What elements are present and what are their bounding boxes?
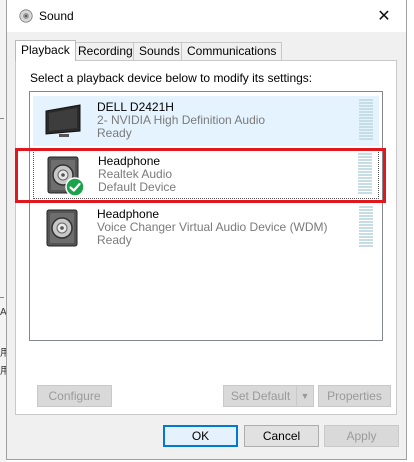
device-name: DELL D2421H [97,100,174,114]
tab-recording[interactable]: Recording [72,42,139,60]
instruction-text: Select a playback device below to modify… [30,71,313,85]
window-title: Sound [39,9,74,23]
chevron-down-icon: ▼ [300,391,310,401]
device-status: Ready [97,233,132,247]
close-button[interactable]: ✕ [362,0,406,32]
monitor-icon [45,104,81,137]
background-divider [0,118,4,119]
device-name: Headphone [97,207,160,221]
set-default-button[interactable]: Set Default [223,385,298,407]
configure-button[interactable]: Configure [37,385,112,407]
properties-button[interactable]: Properties [318,385,391,407]
tab-sounds[interactable]: Sounds [133,42,186,60]
level-meter [359,99,373,143]
tab-communications[interactable]: Communications [181,42,283,60]
highlight-box [15,148,386,203]
close-icon: ✕ [377,8,391,25]
apply-button[interactable]: Apply [324,425,399,447]
device-item[interactable]: DELL D2421H 2- NVIDIA High Definition Au… [33,96,379,146]
playback-panel: Select a playback device below to modify… [15,60,397,415]
device-driver: 2- NVIDIA High Definition Audio [97,113,266,127]
sound-dialog: Sound ✕ Playback Recording Sounds Commun… [6,0,407,460]
level-meter [359,206,373,250]
cancel-button[interactable]: Cancel [244,425,319,447]
device-driver: Voice Changer Virtual Audio Device (WDM) [97,220,328,234]
background-divider [0,297,4,298]
title-bar[interactable]: Sound ✕ [7,0,406,32]
device-item[interactable]: Headphone Voice Changer Virtual Audio De… [33,203,379,253]
set-default-dropdown[interactable]: ▼ [296,385,314,407]
ok-button[interactable]: OK [163,425,238,447]
tab-playback[interactable]: Playback [15,40,76,61]
device-status: Ready [97,126,132,140]
headphone-speaker-icon [46,209,78,247]
device-list[interactable]: DELL D2421H 2- NVIDIA High Definition Au… [29,91,383,341]
speaker-icon [19,9,33,23]
